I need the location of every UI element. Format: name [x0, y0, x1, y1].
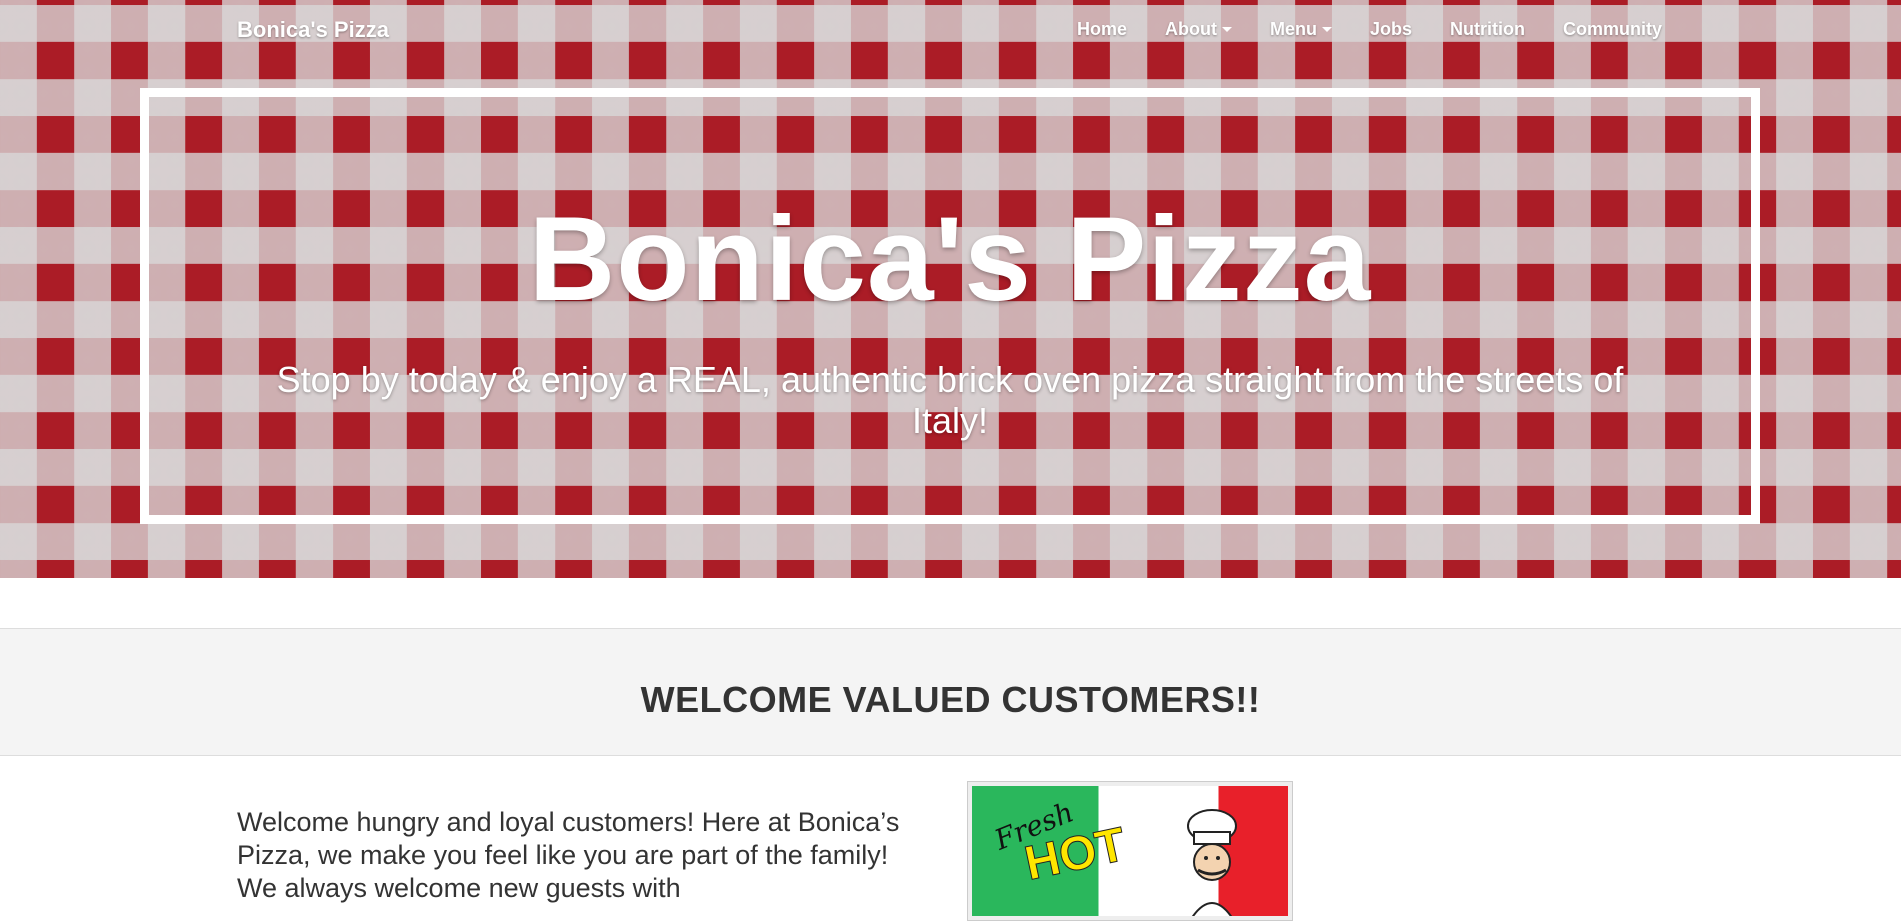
nav-menu[interactable]: Menu	[1251, 19, 1351, 40]
intro-paragraph: Welcome hungry and loyal customers! Here…	[237, 807, 900, 903]
nav-jobs[interactable]: Jobs	[1351, 19, 1431, 40]
hero-section: Bonica's Pizza Home About Menu Jobs Nutr…	[0, 0, 1901, 578]
nav-about[interactable]: About	[1146, 19, 1251, 40]
hero-frame: Bonica's Pizza Stop by today & enjoy a R…	[140, 88, 1760, 524]
nav-home-label: Home	[1077, 19, 1128, 39]
navbar: Bonica's Pizza Home About Menu Jobs Nutr…	[0, 0, 1901, 62]
nav-jobs-label: Jobs	[1370, 19, 1413, 39]
brand-link[interactable]: Bonica's Pizza	[237, 17, 389, 43]
caret-down-icon	[1222, 27, 1232, 32]
caret-down-icon	[1322, 27, 1332, 32]
nav-nutrition-label: Nutrition	[1450, 19, 1525, 39]
hero-title: Bonica's Pizza	[528, 192, 1372, 326]
welcome-title: WELCOME VALUED CUSTOMERS!!	[640, 679, 1261, 720]
promo-image: Fresh HOT	[967, 781, 1293, 921]
nav-community[interactable]: Community	[1544, 19, 1662, 40]
nav-home[interactable]: Home	[1058, 19, 1146, 40]
chef-icon	[1187, 809, 1237, 916]
fresh-hot-pizza-art: Fresh HOT	[972, 786, 1288, 916]
nav-menu-label: Menu	[1270, 19, 1317, 39]
welcome-banner: WELCOME VALUED CUSTOMERS!!	[0, 628, 1901, 756]
nav-about-label: About	[1165, 19, 1217, 39]
nav-links: Home About Menu Jobs Nutrition Community	[1058, 19, 1662, 40]
hero-subtitle: Stop by today & enjoy a REAL, authentic …	[276, 359, 1624, 441]
nav-community-label: Community	[1563, 19, 1662, 39]
nav-nutrition[interactable]: Nutrition	[1431, 19, 1544, 40]
